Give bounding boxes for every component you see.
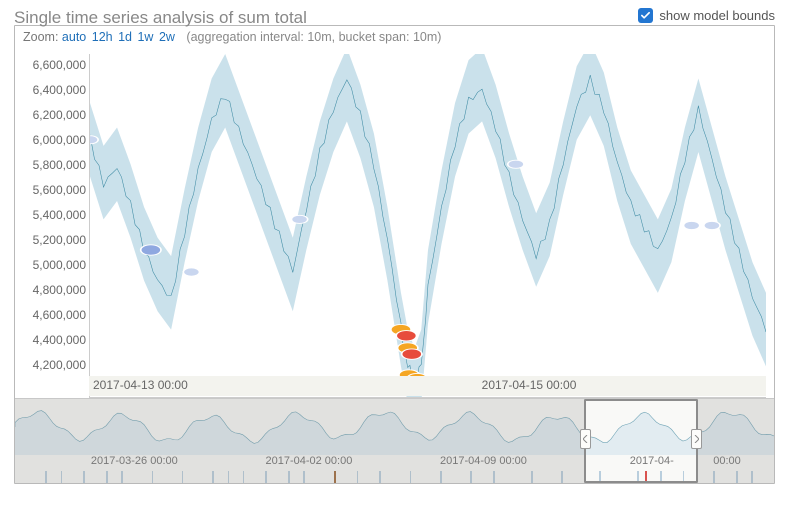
x-tick-0: 2017-04-13 00:00 bbox=[93, 378, 188, 392]
anomaly-point[interactable] bbox=[704, 221, 720, 229]
nav-tick: 00:00 bbox=[713, 455, 741, 467]
zoom-link-12h[interactable]: 12h bbox=[92, 30, 113, 44]
plot-area[interactable] bbox=[89, 54, 766, 398]
y-tick: 5,800,000 bbox=[18, 158, 86, 172]
nav-tick: 2017-04-09 00:00 bbox=[440, 455, 527, 467]
navigator-handle-left[interactable] bbox=[580, 429, 591, 449]
anomaly-point[interactable] bbox=[183, 268, 199, 276]
y-axis: 6,600,000 6,400,000 6,200,000 6,000,000 5,80… bbox=[18, 58, 86, 372]
y-tick: 6,000,000 bbox=[18, 133, 86, 147]
anomaly-point[interactable] bbox=[291, 215, 307, 223]
anomaly-point[interactable] bbox=[684, 221, 700, 229]
show-model-bounds-checkbox[interactable] bbox=[638, 8, 653, 23]
anomaly-point[interactable] bbox=[90, 136, 98, 144]
zoom-link-2w[interactable]: 2w bbox=[159, 30, 175, 44]
zoom-link-1w[interactable]: 1w bbox=[137, 30, 153, 44]
show-model-bounds-label: show model bounds bbox=[659, 8, 775, 23]
y-tick: 4,400,000 bbox=[18, 333, 86, 347]
y-tick: 6,600,000 bbox=[18, 58, 86, 72]
anomaly-point[interactable] bbox=[141, 245, 161, 255]
y-tick: 5,600,000 bbox=[18, 183, 86, 197]
x-axis: 2017-04-13 00:00 2017-04-15 00:00 bbox=[89, 376, 766, 396]
check-icon bbox=[640, 10, 651, 21]
aggregation-note: (aggregation interval: 10m, bucket span:… bbox=[186, 30, 441, 44]
y-tick: 5,400,000 bbox=[18, 208, 86, 222]
y-tick: 4,200,000 bbox=[18, 358, 86, 372]
chevron-right-icon bbox=[694, 435, 699, 443]
y-tick: 5,000,000 bbox=[18, 258, 86, 272]
navigator-handle-right[interactable] bbox=[691, 429, 702, 449]
zoom-label: Zoom: bbox=[23, 30, 58, 44]
zoom-bar: Zoom: auto 12h 1d 1w 2w (aggregation int… bbox=[15, 26, 774, 48]
nav-tick: 2017-03-26 00:00 bbox=[91, 455, 178, 467]
anomaly-point[interactable] bbox=[402, 349, 422, 359]
nav-tick: 2017-04- bbox=[630, 455, 674, 467]
chevron-left-icon bbox=[583, 435, 588, 443]
zoom-link-auto[interactable]: auto bbox=[62, 30, 86, 44]
model-bounds-band bbox=[90, 54, 766, 397]
anomaly-point[interactable] bbox=[396, 331, 416, 341]
zoom-link-1d[interactable]: 1d bbox=[118, 30, 132, 44]
anomaly-point[interactable] bbox=[508, 160, 524, 168]
y-tick: 6,200,000 bbox=[18, 108, 86, 122]
x-tick-1: 2017-04-15 00:00 bbox=[482, 378, 577, 392]
y-tick: 6,400,000 bbox=[18, 83, 86, 97]
y-tick: 4,800,000 bbox=[18, 283, 86, 297]
chart-panel: Zoom: auto 12h 1d 1w 2w (aggregation int… bbox=[14, 25, 775, 484]
nav-tick: 2017-04-02 00:00 bbox=[265, 455, 352, 467]
y-tick: 5,200,000 bbox=[18, 233, 86, 247]
y-tick: 4,600,000 bbox=[18, 308, 86, 322]
chart-area: 6,600,000 6,400,000 6,200,000 6,000,000 5,80… bbox=[15, 48, 774, 398]
navigator[interactable]: 2017-03-26 00:00 2017-04-02 00:00 2017-04-… bbox=[15, 398, 774, 483]
navigator-ticks: 2017-03-26 00:00 2017-04-02 00:00 2017-04-… bbox=[15, 455, 774, 481]
